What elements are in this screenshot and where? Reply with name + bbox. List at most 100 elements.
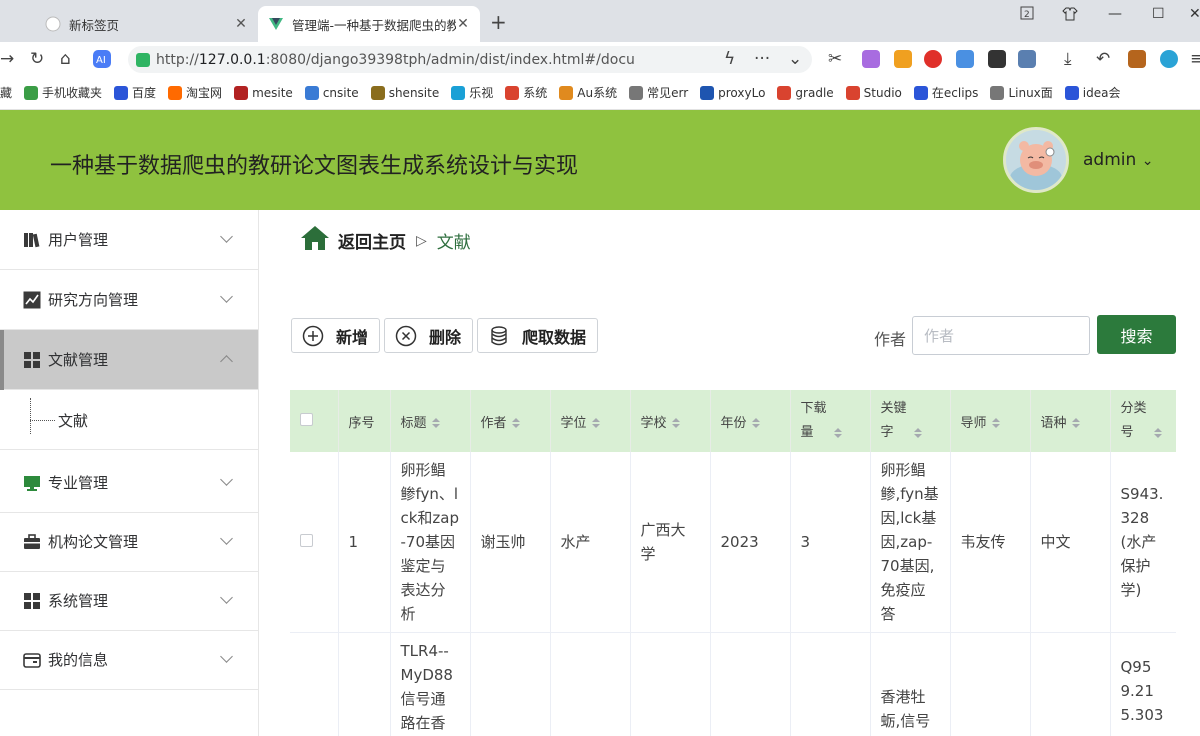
download-icon[interactable]: ⤓ — [1064, 49, 1072, 69]
monitor-icon — [22, 473, 42, 493]
column-header-label: 下载量 — [800, 401, 827, 440]
ai-assistant-icon[interactable]: AI — [93, 50, 111, 73]
scissors-icon[interactable]: ✂ — [828, 49, 842, 69]
lightning-icon[interactable]: ϟ — [724, 49, 735, 69]
menu-icon[interactable]: ≡ — [1190, 49, 1200, 69]
sidebar-item-system[interactable]: 系统管理 — [0, 571, 258, 631]
column-header[interactable]: 作者 — [470, 390, 551, 452]
bookmark-label: cnsite — [322, 85, 359, 100]
bookmark-item[interactable]: idea会 — [1064, 84, 1120, 101]
row-checkbox-cell — [290, 632, 339, 736]
bookmark-item[interactable]: cnsite — [304, 85, 359, 100]
new-tab-icon[interactable]: + — [490, 10, 507, 34]
bookmark-item[interactable]: 系统 — [505, 84, 547, 101]
bookmark-favicon-icon — [304, 85, 319, 100]
bookmark-label: 在eclips — [931, 86, 979, 100]
crawl-data-button[interactable]: 爬取数据 — [477, 318, 598, 353]
briefcase-icon[interactable] — [1128, 50, 1146, 68]
sort-caret-icon[interactable] — [1153, 427, 1162, 438]
sort-caret-icon[interactable] — [1071, 418, 1080, 428]
sidebar-item-user-management[interactable]: 用户管理 — [0, 210, 258, 270]
column-header-label: 作者 — [480, 415, 507, 431]
sort-caret-icon[interactable] — [591, 418, 600, 428]
user-menu[interactable]: admin ⌄ — [1083, 150, 1153, 170]
row-checkbox[interactable] — [300, 534, 313, 547]
sidebar-subitem-literature[interactable]: 文献 — [0, 390, 258, 450]
table-row[interactable]: TLR4--MyD88信号通路在香 香港牡蛎,信号 Q959.215.303 — [290, 632, 1176, 736]
select-all-checkbox[interactable] — [300, 412, 313, 426]
forward-icon[interactable]: → — [0, 49, 14, 69]
undo-icon[interactable]: ↶ — [1096, 49, 1110, 69]
sort-caret-icon[interactable] — [751, 418, 760, 428]
mail-extension-icon[interactable] — [956, 50, 974, 68]
reload-icon[interactable]: ↻ — [30, 49, 44, 69]
column-header[interactable]: 学位 — [550, 390, 631, 452]
shirt-icon[interactable] — [1062, 6, 1078, 26]
home-icon[interactable]: ⌂ — [60, 49, 71, 69]
sort-caret-icon[interactable] — [913, 427, 922, 438]
home-icon[interactable] — [300, 225, 330, 256]
bookmark-item[interactable]: 乐视 — [451, 84, 493, 101]
column-header[interactable]: 导师 — [950, 390, 1031, 452]
translate-extension-icon[interactable] — [862, 50, 880, 68]
cell-school: 广西大学 — [630, 452, 711, 633]
bookmark-item[interactable]: proxyLo — [700, 85, 765, 100]
more-icon[interactable]: ··· — [754, 49, 770, 69]
sort-caret-icon[interactable] — [511, 418, 520, 428]
browser-tab-admin[interactable]: 管理端-一种基于数据爬虫的教研 ✕ — [258, 6, 480, 42]
game-extension-icon[interactable] — [894, 50, 912, 68]
close-tab-icon[interactable]: ✕ — [234, 16, 248, 32]
bookmark-label: Studio — [863, 85, 902, 100]
sort-caret-icon[interactable] — [833, 427, 842, 438]
author-search-input[interactable] — [912, 316, 1090, 355]
bookmark-item[interactable]: 藏 — [0, 84, 12, 101]
column-header[interactable]: 关键字 — [870, 390, 951, 452]
bookmark-item[interactable]: Linux面 — [990, 84, 1053, 101]
sort-caret-icon[interactable] — [431, 418, 440, 428]
bookmark-item[interactable]: 手机收藏夹 — [24, 84, 102, 101]
sort-caret-icon[interactable] — [991, 418, 1000, 428]
column-header[interactable]: 分类号 — [1110, 390, 1176, 452]
minimize-icon[interactable]: — — [1108, 6, 1122, 22]
sync-icon[interactable] — [1160, 50, 1178, 68]
sort-caret-icon[interactable] — [671, 418, 680, 428]
bookmark-item[interactable]: 常见err — [629, 84, 688, 101]
bookmark-item[interactable]: gradle — [777, 85, 834, 100]
add-button[interactable]: 新增 — [291, 318, 380, 353]
sidebar-item-institution-papers[interactable]: 机构论文管理 — [0, 512, 258, 572]
bookmark-item[interactable]: shensite — [370, 85, 439, 100]
screenshot-extension-icon[interactable] — [988, 50, 1006, 68]
search-button[interactable]: 搜索 — [1097, 315, 1176, 354]
puzzle-extension-icon[interactable] — [1018, 50, 1036, 68]
column-header[interactable]: 下载量 — [790, 390, 871, 452]
browser-tab-new[interactable]: 新标签页 ✕ — [35, 6, 258, 42]
bookmark-item[interactable]: 淘宝网 — [168, 84, 222, 101]
maximize-icon[interactable]: ☐ — [1152, 6, 1165, 22]
column-header[interactable]: 标题 — [390, 390, 471, 452]
bookmark-item[interactable]: mesite — [234, 85, 293, 100]
cell-classno: S943.328(水产保护学) — [1110, 452, 1176, 633]
bookmark-item[interactable]: Studio — [845, 85, 902, 100]
bookmark-item[interactable]: Au系统 — [559, 84, 617, 101]
table-row[interactable]: 1 卵形鲳鲹fyn、lck和zap-70基因鉴定与表达分析 谢玉帅 水产 广西大… — [290, 452, 1176, 633]
address-bar[interactable]: http://127.0.0.1:8080/django39398tph/adm… — [128, 46, 812, 73]
delete-button[interactable]: 删除 — [384, 318, 473, 353]
close-window-icon[interactable]: ✕ — [1189, 6, 1200, 22]
cell-index — [338, 632, 391, 736]
sidebar-item-major[interactable]: 专业管理 — [0, 453, 258, 513]
column-header[interactable]: 语种 — [1030, 390, 1111, 452]
breadcrumb-home[interactable]: 返回主页 — [338, 228, 406, 253]
sidebar-item-research-direction[interactable]: 研究方向管理 — [0, 270, 258, 330]
sidebar-item-my-info[interactable]: 我的信息 — [0, 630, 258, 690]
tab-count-icon[interactable]: 2 — [1020, 6, 1034, 24]
bookmark-favicon-icon — [777, 85, 792, 100]
column-header[interactable]: 学校 — [630, 390, 711, 452]
bookmark-item[interactable]: 在eclips — [913, 84, 979, 101]
column-header[interactable]: 年份 — [710, 390, 791, 452]
sidebar-item-literature[interactable]: 文献管理 — [0, 330, 258, 390]
weibo-extension-icon[interactable] — [924, 50, 942, 68]
bookmark-item[interactable]: 百度 — [114, 84, 156, 101]
avatar[interactable] — [1003, 127, 1069, 193]
close-tab-icon[interactable]: ✕ — [456, 16, 470, 32]
chevron-down-icon[interactable]: ⌄ — [788, 49, 802, 69]
